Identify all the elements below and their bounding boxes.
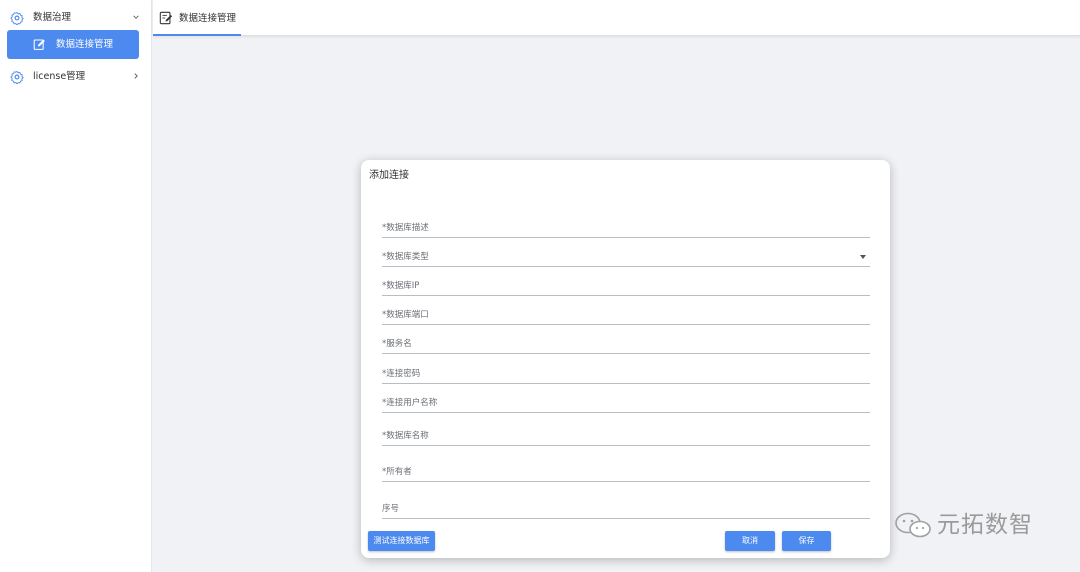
db-description-field[interactable]: *数据库描述 — [382, 220, 870, 238]
save-button[interactable]: 保存 — [782, 531, 831, 551]
tab-bar: 数据连接管理 — [153, 0, 1080, 36]
gear-icon — [10, 70, 24, 84]
chevron-right-icon — [134, 73, 138, 79]
sidebar-group-label: license管理 — [33, 71, 86, 82]
sidebar-item-label: 数据连接管理 — [56, 39, 114, 50]
sidebar-group-license[interactable]: license管理 — [0, 65, 152, 89]
service-name-field[interactable]: *服务名 — [382, 336, 870, 354]
sequence-number-field[interactable]: 序号 — [382, 501, 870, 519]
sidebar: 数据治理 数据连接管理 license管理 — [0, 0, 152, 572]
watermark: 元拓数智 — [893, 508, 1053, 542]
dialog-title: 添加连接 — [369, 170, 409, 181]
sidebar-group-data-governance[interactable]: 数据治理 — [0, 6, 152, 30]
db-name-field[interactable]: *数据库名称 — [382, 428, 870, 446]
sidebar-item-data-connection[interactable]: 数据连接管理 — [7, 30, 139, 59]
chevron-down-icon — [133, 15, 139, 19]
connection-password-field[interactable]: *连接密码 — [382, 366, 870, 384]
gear-icon — [10, 11, 24, 25]
db-type-select[interactable]: *数据库类型 — [382, 249, 870, 267]
db-ip-field[interactable]: *数据库IP — [382, 278, 870, 296]
owner-field[interactable]: *所有者 — [382, 464, 870, 482]
edit-icon — [33, 39, 45, 50]
field-placeholder: *连接密码 — [382, 369, 421, 379]
test-connection-button[interactable]: 测试连接数据库 — [368, 531, 435, 551]
tab-label: 数据连接管理 — [179, 13, 237, 24]
field-placeholder: *数据库类型 — [382, 252, 429, 262]
edit-document-icon — [159, 11, 173, 25]
field-placeholder: *数据库端口 — [382, 310, 429, 320]
wechat-icon — [895, 512, 931, 538]
sidebar-group-label: 数据治理 — [33, 12, 72, 23]
field-placeholder: *数据库IP — [382, 281, 420, 291]
field-placeholder: *数据库名称 — [382, 431, 429, 441]
field-placeholder: 序号 — [382, 504, 400, 514]
field-placeholder: *服务名 — [382, 339, 412, 349]
dropdown-caret-icon — [860, 255, 866, 259]
add-connection-dialog: 添加连接 *数据库描述 *数据库类型 *数据库IP *数据库端口 *服务名 *连… — [361, 160, 890, 558]
db-port-field[interactable]: *数据库端口 — [382, 307, 870, 325]
field-placeholder: *数据库描述 — [382, 223, 429, 233]
cancel-button[interactable]: 取消 — [725, 531, 775, 551]
connection-username-field[interactable]: *连接用户名称 — [382, 395, 870, 413]
tab-data-connection[interactable]: 数据连接管理 — [153, 0, 241, 36]
field-placeholder: *所有者 — [382, 467, 412, 477]
field-placeholder: *连接用户名称 — [382, 398, 438, 408]
watermark-text: 元拓数智 — [937, 512, 1033, 538]
